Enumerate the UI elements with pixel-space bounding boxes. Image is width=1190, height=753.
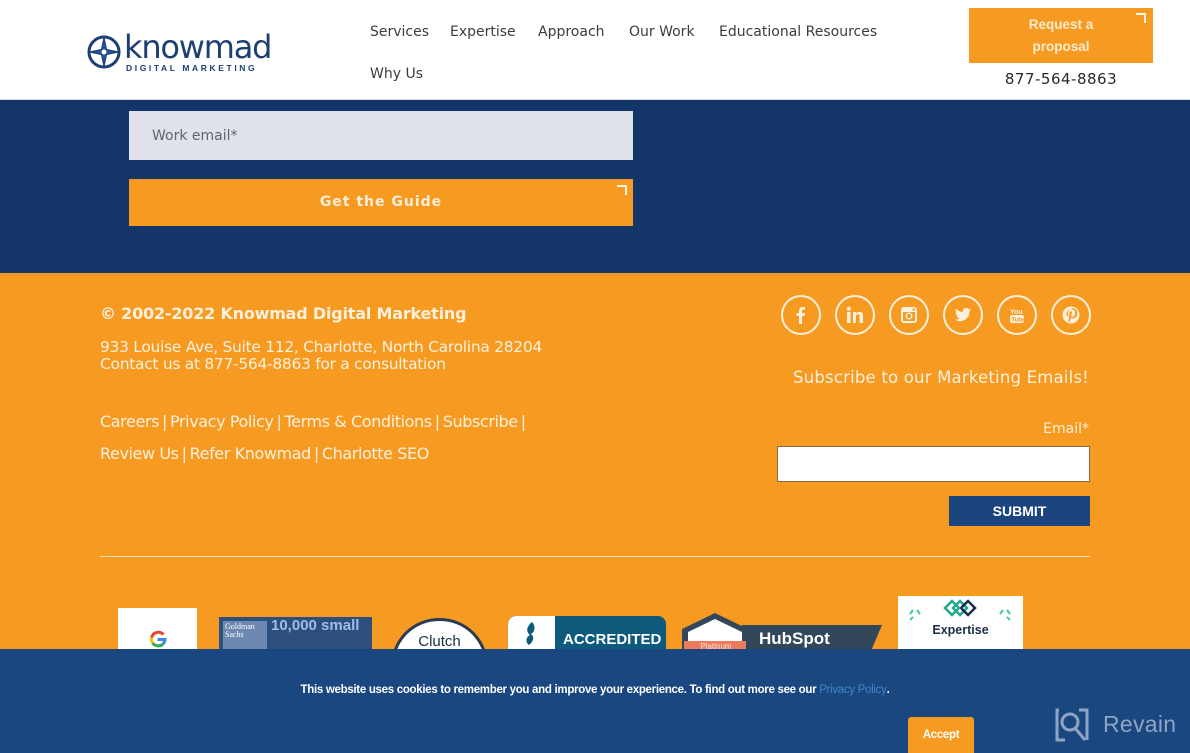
cookie-message: This website uses cookies to remember yo… bbox=[0, 684, 1190, 696]
pinterest-link[interactable] bbox=[1051, 295, 1091, 335]
facebook-icon bbox=[796, 307, 805, 324]
twitter-icon bbox=[955, 307, 971, 322]
knowmad-logo[interactable]: knowmad DIGITAL MARKETING bbox=[86, 28, 272, 74]
cookie-privacy-policy-link[interactable]: Privacy Policy bbox=[819, 684, 887, 696]
social-links: You Tube bbox=[781, 295, 1091, 337]
instagram-icon bbox=[901, 307, 917, 323]
cookie-suffix: . bbox=[886, 684, 890, 696]
nav-educational-resources[interactable]: Educational Resources bbox=[719, 24, 877, 40]
link-separator: | bbox=[434, 412, 440, 431]
twitter-link[interactable] bbox=[943, 295, 983, 335]
svg-text:You: You bbox=[1010, 309, 1023, 316]
get-guide-button[interactable]: Get the Guide bbox=[129, 179, 633, 226]
request-proposal-label-1: Request a bbox=[1028, 17, 1094, 32]
link-charlotte-seo[interactable]: Charlotte SEO bbox=[322, 444, 429, 463]
logo-wordmark: knowmad bbox=[124, 28, 272, 66]
linkedin-link[interactable] bbox=[835, 295, 875, 335]
nav-services[interactable]: Services bbox=[370, 24, 429, 40]
nav-expertise[interactable]: Expertise bbox=[450, 24, 516, 40]
nav-why-us[interactable]: Why Us bbox=[370, 66, 423, 82]
expertise-logo-icon bbox=[909, 599, 1011, 621]
request-proposal-button[interactable]: Request a proposal bbox=[969, 8, 1153, 63]
guide-form-section: Get the Guide bbox=[0, 100, 1190, 273]
goldman-sachs-text: 10,000 small bbox=[271, 617, 360, 634]
instagram-link[interactable] bbox=[889, 295, 929, 335]
site-header: knowmad DIGITAL MARKETING Services Exper… bbox=[0, 0, 1190, 100]
compass-logo-icon bbox=[87, 35, 121, 69]
footer-address: 933 Louise Ave, Suite 112, Charlotte, No… bbox=[100, 339, 542, 373]
revain-watermark: Revain bbox=[1055, 708, 1185, 742]
contact-line: Contact us at 877-564-8863 for a consult… bbox=[100, 355, 446, 373]
corner-arrow-icon bbox=[617, 185, 627, 195]
link-privacy-policy[interactable]: Privacy Policy bbox=[170, 412, 274, 431]
work-email-input[interactable] bbox=[129, 111, 633, 160]
subscribe-title: Subscribe to our Marketing Emails! bbox=[793, 368, 1089, 387]
link-careers[interactable]: Careers bbox=[100, 412, 159, 431]
link-separator: | bbox=[520, 412, 526, 431]
link-terms-conditions[interactable]: Terms & Conditions bbox=[284, 412, 432, 431]
header-phone[interactable]: 877-564-8863 bbox=[969, 70, 1153, 88]
expertise-badge[interactable]: Expertise bbox=[898, 596, 1023, 656]
youtube-icon: You Tube bbox=[1010, 309, 1027, 324]
facebook-link[interactable] bbox=[781, 295, 821, 335]
youtube-link[interactable]: You Tube bbox=[997, 295, 1037, 335]
footer-links: Careers | Privacy Policy | Terms & Condition… bbox=[100, 406, 560, 470]
copyright: © 2002-2022 Knowmad Digital Marketing bbox=[100, 304, 467, 323]
revain-logo-icon bbox=[1055, 708, 1089, 742]
link-separator: | bbox=[276, 412, 282, 431]
get-guide-label: Get the Guide bbox=[319, 194, 443, 210]
cookie-banner: This website uses cookies to remember yo… bbox=[0, 649, 1190, 753]
request-proposal-label-2: proposal bbox=[1032, 39, 1090, 54]
revain-label: Revain bbox=[1103, 711, 1177, 737]
link-separator: | bbox=[313, 444, 319, 463]
subscribe-email-label: Email* bbox=[1043, 421, 1089, 437]
pinterest-icon bbox=[1062, 306, 1080, 324]
logo-tagline: DIGITAL MARKETING bbox=[126, 63, 258, 73]
accept-cookies-button[interactable]: Accept bbox=[908, 717, 974, 753]
bbb-text: ACCREDITED bbox=[563, 631, 662, 648]
nav-our-work[interactable]: Our Work bbox=[629, 24, 695, 40]
link-separator: | bbox=[181, 444, 187, 463]
link-review-us[interactable]: Review Us bbox=[100, 444, 179, 463]
cookie-text: This website uses cookies to remember yo… bbox=[300, 684, 820, 696]
subscribe-email-input[interactable] bbox=[777, 446, 1090, 482]
svg-text:Tube: Tube bbox=[1012, 318, 1027, 324]
corner-arrow-icon bbox=[1136, 13, 1146, 23]
clutch-text: Clutch bbox=[418, 633, 461, 650]
link-separator: | bbox=[162, 412, 168, 431]
link-subscribe[interactable]: Subscribe bbox=[443, 412, 518, 431]
nav-approach[interactable]: Approach bbox=[538, 24, 605, 40]
address-line: 933 Louise Ave, Suite 112, Charlotte, No… bbox=[100, 338, 542, 356]
linkedin-icon bbox=[846, 306, 863, 323]
link-refer-knowmad[interactable]: Refer Knowmad bbox=[190, 444, 312, 463]
expertise-text: Expertise bbox=[932, 623, 989, 637]
hubspot-text: HubSpot bbox=[759, 629, 830, 648]
subscribe-submit-button[interactable]: SUBMIT bbox=[949, 496, 1090, 526]
footer-divider bbox=[100, 556, 1090, 557]
